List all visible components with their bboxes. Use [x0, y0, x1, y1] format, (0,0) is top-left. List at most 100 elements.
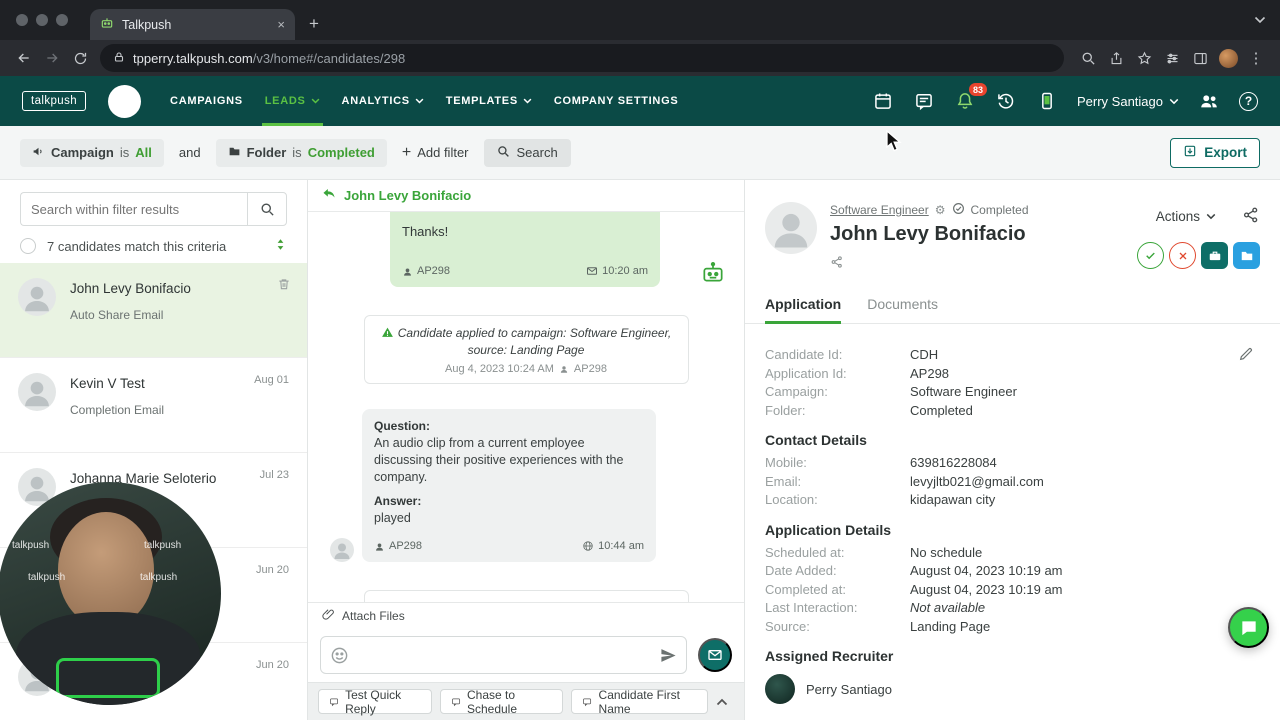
webcam-overlay: talkpush talkpush talkpush talkpush [0, 482, 221, 705]
field-value: Not available [910, 600, 986, 615]
window-controls[interactable] [16, 14, 68, 26]
field-value: levyjltb021@gmail.com [910, 473, 1044, 489]
user-menu[interactable]: Perry Santiago [1077, 94, 1179, 109]
candidate-row[interactable]: Kevin V Test Completion Email Aug 01 [0, 358, 307, 453]
nav-campaigns[interactable]: CAMPAIGNS [159, 76, 254, 126]
field-label: Email: [765, 473, 802, 489]
sidebar-search-icon[interactable] [247, 192, 287, 226]
collapse-chevron-icon[interactable] [716, 694, 728, 709]
candidate-row[interactable]: John Levy Bonifacio Auto Share Email [0, 263, 307, 358]
gear-icon[interactable]: ⚙ [935, 203, 946, 217]
campaign-link[interactable]: Software Engineer [830, 203, 929, 217]
quick-reply-bar: Test Quick Reply Chase to Schedule Candi… [308, 682, 744, 720]
email-channel-icon [587, 267, 598, 275]
reply-arrow-icon[interactable] [322, 187, 336, 204]
forward-button[interactable] [38, 44, 66, 72]
event-time: Aug 4, 2023 10:24 AM [445, 363, 554, 375]
share-icon[interactable] [1102, 44, 1130, 72]
event-sender: AP298 [573, 363, 607, 375]
message-text: Thanks! [402, 224, 449, 239]
chatbot-channel-icon[interactable] [700, 260, 726, 289]
export-button[interactable]: Export [1170, 137, 1260, 168]
window-zoom-button[interactable] [56, 14, 68, 26]
field-value: Landing Page [910, 618, 991, 634]
incoming-message-bubble: Question: An audio clip from a current e… [362, 409, 656, 562]
edit-pencil-icon[interactable] [1238, 346, 1254, 365]
emoji-icon[interactable] [330, 646, 349, 668]
filter-chip-campaign[interactable]: Campaign is All [20, 138, 164, 167]
team-icon[interactable] [1198, 90, 1220, 112]
trash-icon[interactable] [277, 277, 291, 294]
message-input[interactable] [355, 647, 652, 663]
nav-company-settings[interactable]: COMPANY SETTINGS [543, 76, 689, 126]
actions-dropdown[interactable]: Actions [1156, 209, 1216, 224]
field-value: 639816228084 [910, 455, 997, 470]
support-chat-launcher[interactable] [1228, 607, 1269, 648]
browser-profile-avatar[interactable] [1214, 44, 1242, 72]
bookmark-star-icon[interactable] [1130, 44, 1158, 72]
page-search-icon[interactable] [1074, 44, 1102, 72]
refer-icon[interactable] [830, 255, 1029, 272]
candidate-date: Jun 20 [255, 659, 289, 671]
share-candidate-icon[interactable] [1242, 206, 1260, 227]
address-bar[interactable]: tpperry.talkpush.com/v3/home#/candidates… [100, 44, 1064, 72]
filter-bar: Campaign is All and Folder is Completed … [0, 126, 1280, 180]
window-chevron-icon[interactable] [1254, 12, 1266, 27]
new-tab-button[interactable]: + [309, 14, 319, 34]
tab-documents[interactable]: Documents [867, 296, 938, 323]
tab-application[interactable]: Application [765, 296, 842, 324]
notifications-bell-icon[interactable]: 83 [954, 83, 987, 112]
back-button[interactable] [10, 44, 38, 72]
quick-reply-chip[interactable]: Test Quick Reply [318, 688, 432, 716]
recruiter-avatar [765, 674, 795, 704]
search-button[interactable]: Search [483, 138, 571, 167]
contact-details-heading: Contact Details [765, 432, 867, 448]
webcam-watermark: talkpush [140, 572, 178, 583]
history-icon[interactable] [995, 90, 1017, 112]
talkpush-logo[interactable]: talkpush [22, 91, 87, 111]
field-value: August 04, 2023 10:19 am [910, 563, 1063, 578]
sidebar-toggle-icon[interactable] [1186, 44, 1214, 72]
select-all-radio[interactable] [20, 238, 36, 254]
tune-icon[interactable] [1158, 44, 1186, 72]
nav-leads[interactable]: LEADS [254, 76, 331, 126]
window-minimize-button[interactable] [36, 14, 48, 26]
browser-tab[interactable]: Talkpush × [90, 9, 295, 40]
candidate-date: Aug 01 [254, 374, 289, 386]
move-to-folder-button[interactable] [1233, 242, 1260, 269]
window-close-button[interactable] [16, 14, 28, 26]
webcam-highlight-rect [56, 658, 160, 698]
attach-files-button[interactable]: Attach Files [308, 602, 744, 628]
add-filter-button[interactable]: + Add filter [402, 144, 469, 162]
message-input-wrap [320, 636, 687, 674]
campaign-icon [32, 145, 45, 161]
field-value: CDH [910, 347, 939, 362]
send-icon[interactable] [660, 647, 677, 667]
feedback-icon[interactable] [913, 90, 935, 112]
calendar-icon[interactable] [872, 90, 894, 112]
mobile-app-icon[interactable] [1036, 90, 1058, 112]
reload-button[interactable] [66, 44, 94, 72]
recruiter-row[interactable]: Perry Santiago [765, 674, 1260, 704]
help-icon[interactable]: ? [1239, 91, 1258, 111]
filter-chip-folder[interactable]: Folder is Completed [215, 138, 387, 167]
quick-reply-chip[interactable]: Chase to Schedule [439, 688, 564, 716]
move-to-campaign-button[interactable] [1201, 242, 1228, 269]
approve-button[interactable] [1137, 242, 1164, 269]
quick-reply-chip[interactable]: Candidate First Name [571, 688, 708, 716]
nav-templates[interactable]: TEMPLATES [435, 76, 543, 126]
candidate-subtitle: Completion Email [70, 403, 165, 417]
nav-analytics[interactable]: ANALYTICS [331, 76, 435, 126]
paperclip-icon [322, 608, 335, 624]
sort-icon[interactable] [274, 238, 287, 254]
search-input[interactable] [20, 192, 247, 226]
conversation-panel: John Levy Bonifacio Thanks! AP298 10:20 … [308, 180, 745, 720]
email-channel-button[interactable] [698, 638, 732, 672]
notification-badge: 83 [968, 83, 987, 96]
conversation-candidate-name[interactable]: John Levy Bonifacio [344, 188, 471, 203]
field-label: Location: [765, 492, 818, 507]
reject-button[interactable] [1169, 242, 1196, 269]
browser-menu-icon[interactable]: ⋮ [1242, 44, 1270, 72]
chat-scroll-area[interactable]: Thanks! AP298 10:20 am Candidate applied… [308, 212, 744, 602]
tab-close-icon[interactable]: × [277, 17, 285, 32]
